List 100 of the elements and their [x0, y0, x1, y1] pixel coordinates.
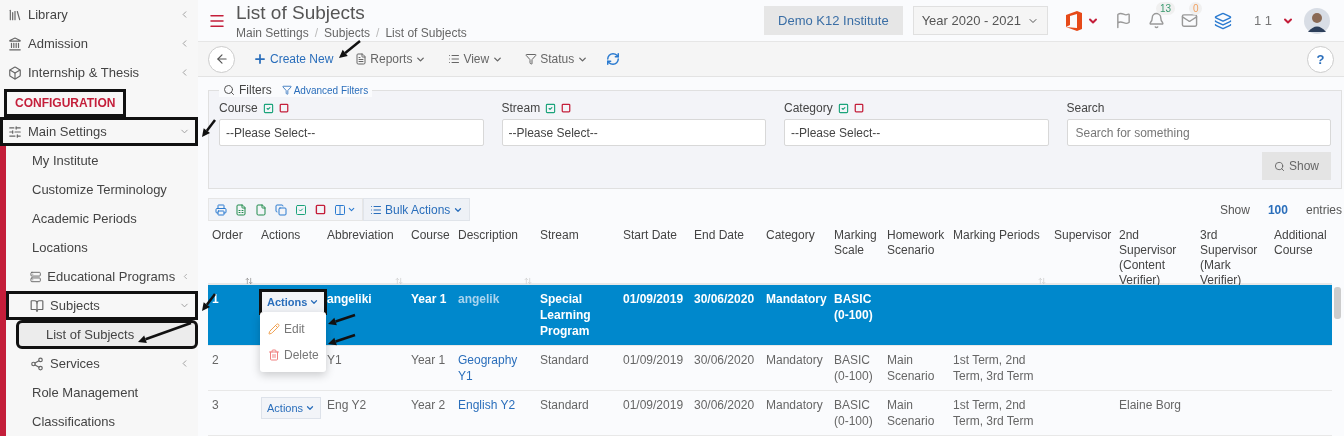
sidebar-item[interactable]: Classifications [6, 407, 198, 436]
caret-icon [305, 403, 316, 413]
entries-label: entries [1305, 202, 1342, 217]
filter-select[interactable]: --Please Select-- [219, 119, 484, 146]
breadcrumb-item[interactable]: Subjects [324, 25, 371, 40]
toolbar-button[interactable]: Status [521, 52, 593, 67]
sidebar-item[interactable]: Main Settings [0, 117, 198, 146]
spreadsheet-icon[interactable] [235, 203, 247, 216]
office-logo-icon[interactable] [1063, 9, 1084, 32]
select-all-icon[interactable] [837, 102, 849, 114]
sidebar-item[interactable]: Library [0, 0, 198, 29]
layers-icon[interactable] [1213, 11, 1232, 30]
table-cell-text: BASIC (0-100) [834, 397, 874, 429]
user-name[interactable]: 1 1 [1253, 13, 1272, 29]
toolbar-button[interactable]: Create New [249, 52, 338, 67]
scrollbar-thumb[interactable] [1334, 287, 1341, 319]
table-link[interactable]: Geography Y1 [458, 352, 532, 384]
table-cell-text: Main Scenario [887, 397, 936, 429]
breadcrumb-item[interactable]: Main Settings [236, 25, 309, 40]
page-title: List of Subjects [236, 1, 366, 24]
message-count: 0 [1188, 2, 1203, 16]
column-header[interactable]: Start Date [623, 228, 686, 243]
print-icon[interactable] [215, 203, 227, 216]
column-header[interactable]: Description [458, 228, 532, 243]
sidebar-item[interactable]: Internship & Thesis [0, 58, 198, 87]
search-field[interactable]: Search for something [1066, 119, 1331, 146]
sidebar-item[interactable]: Subjects [6, 291, 198, 320]
table-cell-text: Year 1 [411, 352, 447, 368]
toolbar-button[interactable]: Reports [351, 52, 431, 67]
select-all-icon[interactable] [545, 102, 557, 114]
table-cell-text: Y1 [327, 352, 343, 368]
bell-icon[interactable] [1147, 12, 1165, 30]
filter-select[interactable]: --Please Select-- [501, 119, 766, 146]
column-header[interactable]: Homework Scenario [887, 228, 945, 258]
column-header[interactable]: Actions [261, 228, 319, 243]
year-select[interactable]: Year 2020 - 2021 [912, 6, 1048, 36]
square-icon[interactable] [315, 204, 326, 215]
select-all-icon[interactable] [262, 102, 274, 114]
table-cell-text: Eng Y2 [327, 397, 368, 413]
notification-count: 13 [1155, 2, 1176, 16]
bulk-actions-button[interactable]: Bulk Actions [363, 198, 471, 221]
column-header[interactable]: Marking Periods [953, 228, 1046, 243]
column-header[interactable]: Course [411, 228, 450, 243]
mail-icon[interactable] [1180, 12, 1198, 30]
table-cell-text: angeliki [327, 291, 373, 307]
institute-button[interactable]: Demo K12 Institute [764, 6, 903, 36]
sidebar-item[interactable]: Locations [6, 233, 198, 262]
advanced-filters-link[interactable]: Advanced Filters [281, 84, 369, 96]
table-cell-text: 1st Term, 2nd Term, 3rd Term [953, 397, 1035, 429]
breadcrumb-separator: / [314, 25, 319, 40]
sidebar-item[interactable]: Role Management [6, 378, 198, 407]
actions-button[interactable]: Actions [259, 289, 328, 315]
sidebar-item[interactable]: Academic Periods [6, 204, 198, 233]
table-cell-text: 01/09/2019 [623, 291, 685, 307]
help-button[interactable]: ? [1307, 45, 1334, 73]
sidebar-item[interactable]: List of Subjects [16, 320, 198, 349]
toolbar-button[interactable]: View [444, 52, 508, 67]
clear-icon[interactable] [278, 103, 289, 113]
sidebar-item[interactable]: Admission [0, 29, 198, 58]
filter-icon [525, 53, 538, 66]
column-header[interactable]: Stream [540, 228, 615, 243]
sidebar-item[interactable]: My Institute [6, 146, 198, 175]
table-cell-text: 3 [212, 397, 220, 413]
columns-icon[interactable] [334, 203, 356, 216]
avatar[interactable] [1304, 7, 1330, 34]
table-cell-text: 30/06/2020 [694, 352, 756, 368]
menu-item[interactable]: Edit [260, 316, 326, 342]
clear-icon[interactable] [561, 103, 572, 113]
column-header[interactable]: Marking Scale [834, 228, 879, 258]
page-size-select[interactable]: 100 [1267, 202, 1288, 217]
sort-icon[interactable] [245, 277, 253, 285]
sidebar-item[interactable]: Services [6, 349, 198, 378]
refresh-icon[interactable] [606, 52, 621, 67]
sidebar-item[interactable]: Educational Programs [6, 262, 198, 291]
show-button[interactable]: Show [1261, 152, 1331, 180]
column-header[interactable]: 3rd Supervisor (Mark Verifier) [1200, 228, 1266, 288]
document-icon [355, 53, 368, 66]
column-header[interactable]: Abbreviation [327, 228, 403, 243]
copy-icon[interactable] [275, 203, 287, 216]
back-button[interactable] [208, 45, 235, 73]
table-cell-text: 30/06/2020 [694, 291, 756, 307]
flag-icon[interactable] [1114, 12, 1132, 30]
column-header[interactable]: 2nd Supervisor (Content Verifier) [1119, 228, 1192, 288]
column-header[interactable]: Category [766, 228, 826, 243]
sidebar-item[interactable]: Customize Terminology [6, 175, 198, 204]
filter-select[interactable]: --Please Select-- [784, 119, 1049, 146]
breadcrumb-item[interactable]: List of Subjects [385, 25, 467, 40]
table-cell-text: Standard [540, 352, 590, 368]
clear-icon[interactable] [853, 103, 864, 113]
table-cell-text: Year 1 [411, 291, 448, 307]
checkbox-icon[interactable] [295, 203, 307, 216]
actions-button[interactable]: Actions [261, 397, 322, 419]
filters-title: Filters [239, 83, 272, 97]
column-header[interactable]: Supervisor [1054, 228, 1111, 243]
column-header[interactable]: End Date [694, 228, 758, 243]
table-cell-text: 30/06/2020 [694, 397, 756, 413]
column-header[interactable]: Order [212, 228, 253, 243]
column-header[interactable]: Additional Course [1274, 228, 1328, 258]
file-icon[interactable] [255, 203, 267, 216]
table-link[interactable]: English Y2 [458, 397, 532, 413]
